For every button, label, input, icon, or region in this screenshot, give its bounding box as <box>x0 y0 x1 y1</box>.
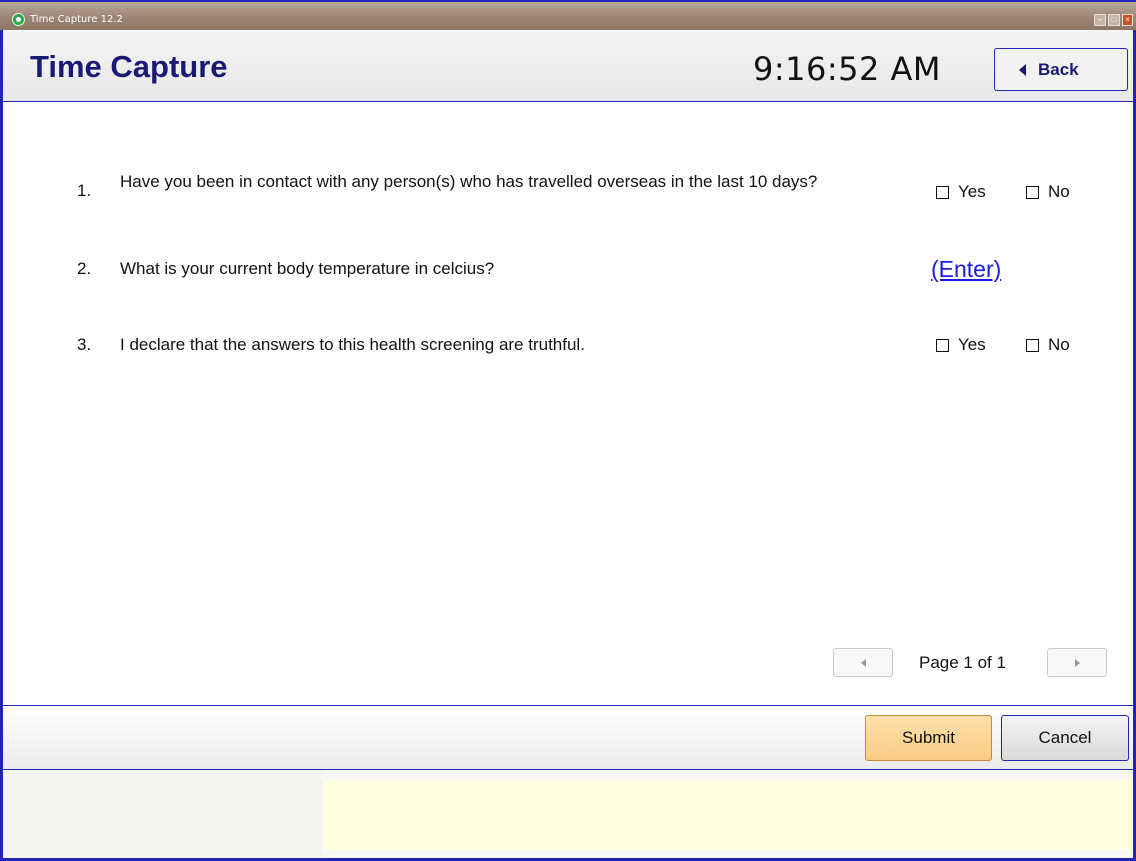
status-area <box>3 770 1133 858</box>
question-text: I declare that the answers to this healt… <box>120 335 585 354</box>
page-title: Time Capture <box>30 49 228 84</box>
question-text: Have you been in contact with any person… <box>120 172 818 191</box>
footer: Submit Cancel <box>3 705 1133 770</box>
status-message-panel <box>323 780 1131 850</box>
window-title: Time Capture 12.2 <box>30 14 123 25</box>
questionnaire: 1. Have you been in contact with any per… <box>3 102 1133 705</box>
close-icon[interactable]: × <box>1122 14 1133 26</box>
title-bar[interactable]: Time Capture 12.2 – □ × <box>0 0 1136 30</box>
back-arrow-icon <box>1019 63 1026 76</box>
minimize-icon[interactable]: – <box>1094 14 1106 26</box>
option-label: Yes <box>958 335 986 354</box>
q3-no-option[interactable]: No <box>1026 335 1070 355</box>
chevron-left-icon <box>861 659 866 667</box>
checkbox[interactable] <box>1026 338 1039 352</box>
question-text: What is your current body temperature in… <box>120 259 495 278</box>
next-page-button[interactable] <box>1047 648 1107 677</box>
option-label: No <box>1048 335 1070 354</box>
back-label: Back <box>1038 59 1079 79</box>
page-indicator: Page 1 of 1 <box>919 653 1006 672</box>
checkbox[interactable] <box>1026 185 1039 199</box>
clock: 9:16:52 AM <box>753 50 942 88</box>
chevron-right-icon <box>1075 659 1080 667</box>
q3-yes-option[interactable]: Yes <box>936 335 986 355</box>
checkbox[interactable] <box>936 185 949 199</box>
option-label: Yes <box>958 182 986 201</box>
question-number: 1. <box>77 181 92 200</box>
previous-page-button[interactable] <box>833 648 893 677</box>
enter-temperature-link[interactable]: (Enter) <box>931 256 1001 283</box>
maximize-icon[interactable]: □ <box>1108 14 1120 26</box>
app-icon <box>12 13 25 26</box>
option-label: No <box>1048 182 1070 201</box>
header: Time Capture 9:16:52 AM Back <box>3 30 1133 102</box>
status-left-panel <box>3 770 323 858</box>
q1-yes-option[interactable]: Yes <box>936 182 986 202</box>
submit-button[interactable]: Submit <box>865 715 992 761</box>
q1-no-option[interactable]: No <box>1026 182 1070 202</box>
cancel-button[interactable]: Cancel <box>1001 715 1129 761</box>
question-number: 3. <box>77 335 92 354</box>
checkbox[interactable] <box>936 338 949 352</box>
question-number: 2. <box>77 259 92 278</box>
back-button[interactable]: Back <box>994 48 1128 91</box>
